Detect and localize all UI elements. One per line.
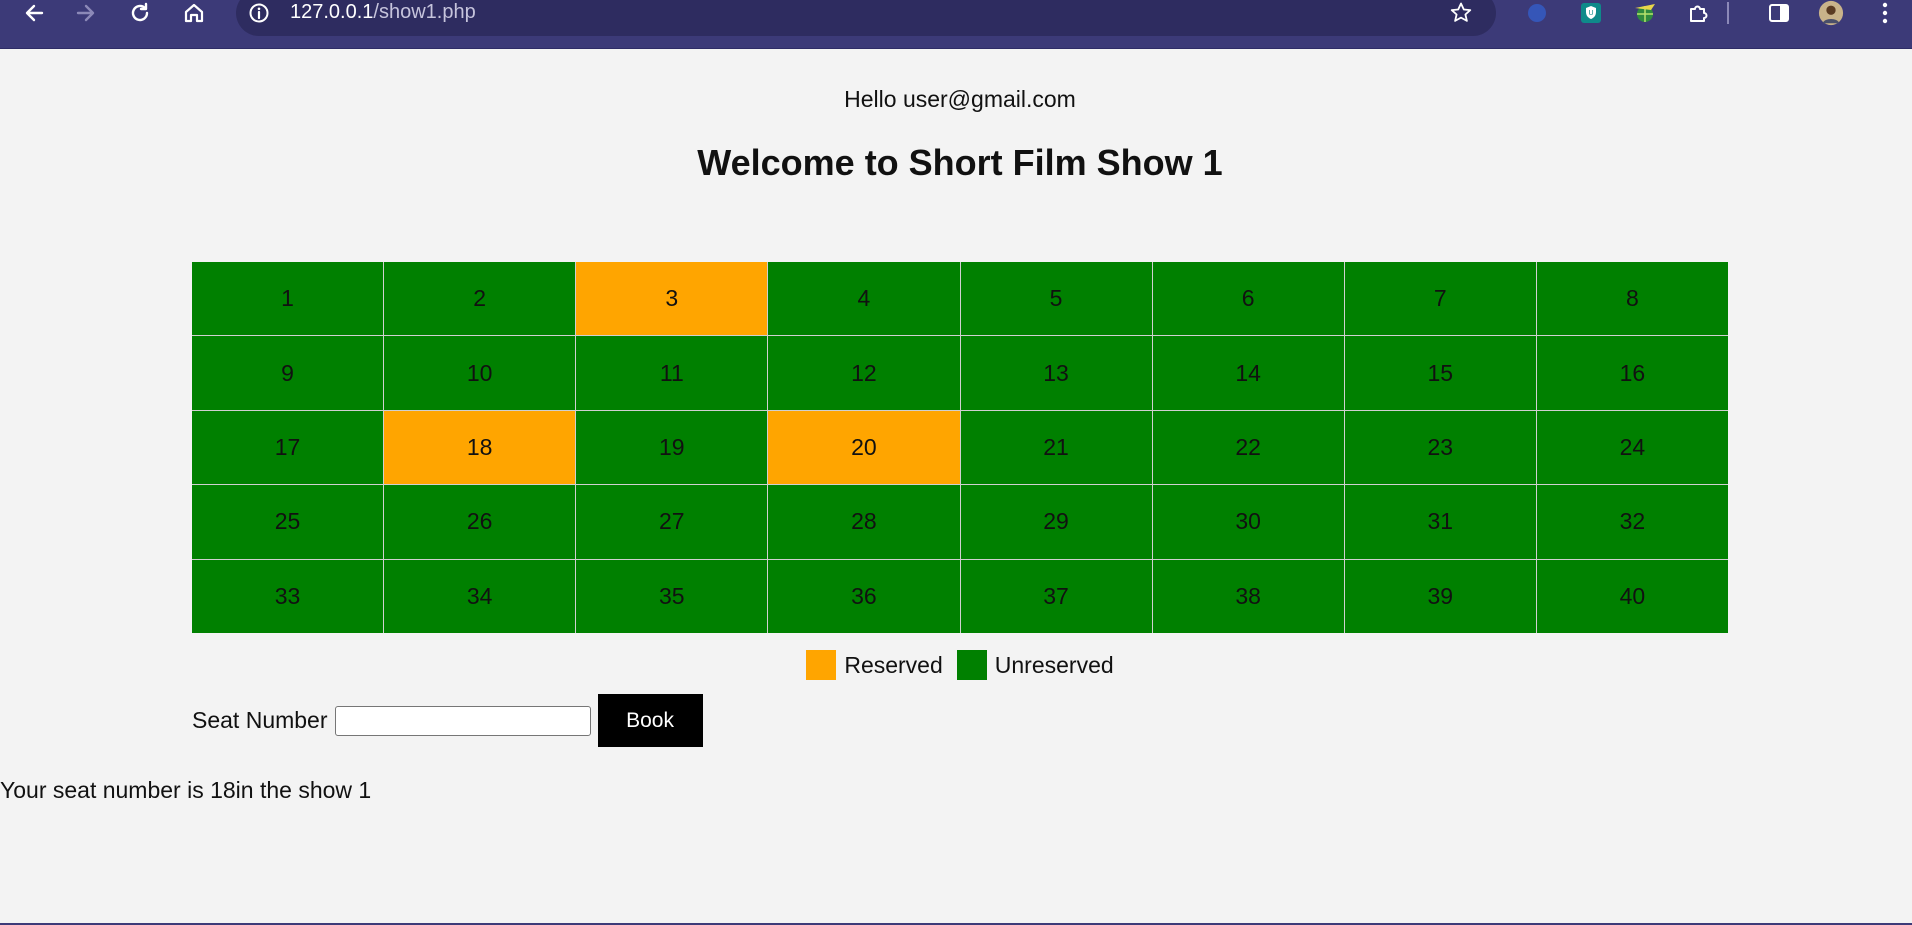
seat-14[interactable]: 14 [1152, 336, 1344, 410]
seat-32[interactable]: 32 [1536, 485, 1728, 559]
seat-29[interactable]: 29 [960, 485, 1152, 559]
seat-8[interactable]: 8 [1536, 262, 1728, 336]
seat-9[interactable]: 9 [192, 336, 384, 410]
extension-moon-icon[interactable] [1524, 0, 1550, 26]
page-title: Welcome to Short Film Show 1 [697, 142, 1223, 183]
seat-31[interactable]: 31 [1344, 485, 1536, 559]
seat-36[interactable]: 36 [768, 559, 960, 633]
legend-reserved-label: Reserved [844, 651, 943, 678]
legend-item-reserved: Reserved [806, 650, 943, 680]
seat-7[interactable]: 7 [1344, 262, 1536, 336]
seat-38[interactable]: 38 [1152, 559, 1344, 633]
seat-37[interactable]: 37 [960, 559, 1152, 633]
book-button[interactable]: Book [597, 694, 703, 747]
side-panel-icon[interactable] [1766, 0, 1792, 26]
browser-toolbar: 127.0.0.1/show1.php U [0, 0, 1912, 49]
seat-25[interactable]: 25 [192, 485, 384, 559]
menu-kebab-icon[interactable] [1872, 0, 1898, 26]
seat-34[interactable]: 34 [384, 559, 576, 633]
seat-5[interactable]: 5 [960, 262, 1152, 336]
seat-21[interactable]: 21 [960, 410, 1152, 485]
url-path: /show1.php [373, 1, 476, 23]
home-icon[interactable] [174, 0, 214, 26]
seat-18[interactable]: 18 [384, 410, 576, 485]
extensions-puzzle-icon[interactable] [1686, 0, 1712, 26]
seat-6[interactable]: 6 [1152, 262, 1344, 336]
forward-icon[interactable] [66, 0, 106, 26]
address-url[interactable]: 127.0.0.1/show1.php [290, 0, 476, 26]
booking-result-message: Your seat number is 18in the show 1 [0, 777, 372, 803]
unreserved-swatch [956, 650, 987, 680]
legend-unreserved-label: Unreserved [994, 651, 1114, 678]
seat-number-input[interactable] [334, 705, 591, 736]
seat-20[interactable]: 20 [768, 410, 960, 485]
back-icon[interactable] [14, 0, 54, 26]
reload-icon[interactable] [120, 0, 160, 26]
seat-12[interactable]: 12 [768, 336, 960, 410]
seat-grid: 1 2 3 4 5 6 7 8 9 10 11 12 13 14 15 16 17 18 19 20 21 22 23 24 2… [192, 262, 1728, 633]
url-host: 127.0.0.1 [290, 1, 374, 23]
toolbar-divider [1725, 0, 1731, 26]
seat-35[interactable]: 35 [576, 559, 768, 633]
seat-26[interactable]: 26 [384, 485, 576, 559]
seat-39[interactable]: 39 [1344, 559, 1536, 633]
seat-40[interactable]: 40 [1536, 559, 1728, 633]
seat-10[interactable]: 10 [384, 336, 576, 410]
seat-3[interactable]: 3 [576, 262, 768, 336]
legend-item-unreserved: Unreserved [956, 650, 1114, 680]
seat-23[interactable]: 23 [1344, 410, 1536, 485]
seat-16[interactable]: 16 [1536, 336, 1728, 410]
avatar[interactable] [1818, 0, 1844, 26]
seat-19[interactable]: 19 [576, 410, 768, 485]
seat-27[interactable]: 27 [576, 485, 768, 559]
reserved-swatch [806, 650, 837, 680]
seat-1[interactable]: 1 [192, 262, 384, 336]
greeting-text: Hello user@gmail.com [844, 86, 1076, 112]
site-info-icon[interactable] [246, 0, 272, 26]
seat-22[interactable]: 22 [1152, 410, 1344, 485]
seat-11[interactable]: 11 [576, 336, 768, 410]
seat-2[interactable]: 2 [384, 262, 576, 336]
seat-4[interactable]: 4 [768, 262, 960, 336]
booking-form: Seat Number Book [192, 694, 703, 747]
svg-text:U: U [1588, 10, 1593, 17]
seat-30[interactable]: 30 [1152, 485, 1344, 559]
extension-shield-icon[interactable]: U [1578, 0, 1604, 26]
seat-33[interactable]: 33 [192, 559, 384, 633]
seat-15[interactable]: 15 [1344, 336, 1536, 410]
seat-28[interactable]: 28 [768, 485, 960, 559]
seat-24[interactable]: 24 [1536, 410, 1728, 485]
legend: Reserved Unreserved [0, 650, 1912, 680]
bookmark-star-icon[interactable] [1448, 0, 1474, 26]
seat-number-label: Seat Number [192, 707, 328, 733]
seat-13[interactable]: 13 [960, 336, 1152, 410]
extension-globe-icon[interactable] [1632, 0, 1658, 26]
seat-17[interactable]: 17 [192, 410, 384, 485]
